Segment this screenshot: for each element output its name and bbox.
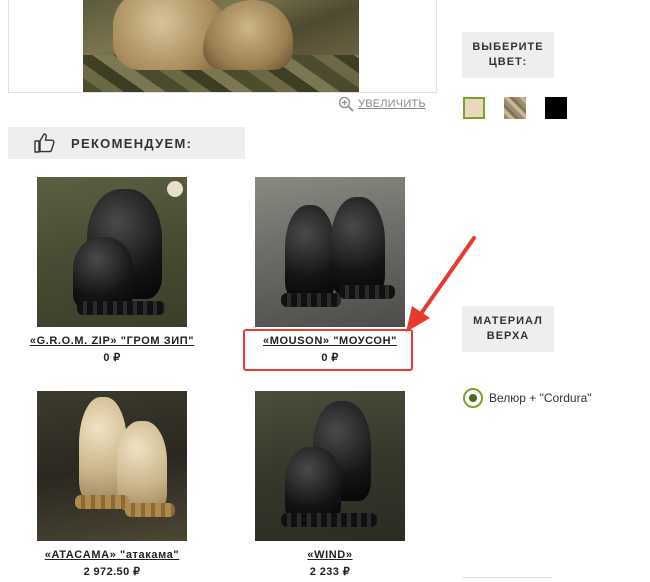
zoom-label[interactable]: УВЕЛИЧИТЬ [358,98,426,110]
product-photo[interactable] [255,391,405,541]
color-picker-title: ВЫБЕРИТЕ ЦВЕТ: [462,32,554,78]
product-price: 2 972.50 ₽ [83,566,141,578]
annotation-highlight-box [243,329,413,371]
color-swatch-beige[interactable] [463,97,485,119]
recommended-title: РЕКОМЕНДУЕМ: [71,135,193,151]
zoom-link[interactable]: УВЕЛИЧИТЬ [338,96,426,112]
recommended-header: РЕКОМЕНДУЕМ: [8,127,245,159]
thumbs-up-icon [34,133,55,153]
material-radio[interactable] [463,388,483,408]
zoom-in-icon [338,96,354,112]
main-product-photo[interactable] [83,0,359,92]
color-swatch-black[interactable] [545,97,567,119]
product-price: 2 233 ₽ [309,566,351,578]
product-photo[interactable] [37,391,187,541]
main-product-photo-frame [8,0,437,93]
material-title: МАТЕРИАЛ ВЕРХА [462,306,554,352]
product-name[interactable]: «WIND» [307,549,352,561]
product-card-atacama[interactable]: «ATACAMA» "атакама" 2 972.50 ₽ [4,391,220,578]
divider [462,577,552,578]
material-option[interactable]: Велюр + "Cordura" [463,388,592,408]
product-card-wind[interactable]: «WIND» 2 233 ₽ [222,391,438,578]
product-photo[interactable] [255,177,405,327]
product-price: 0 ₽ [103,352,121,364]
product-name[interactable]: «ATACAMA» "атакама" [45,549,179,561]
product-name[interactable]: «G.R.O.M. ZIP» "ГРОМ ЗИП" [30,335,194,347]
badge-icon [167,181,183,197]
color-swatch-camo[interactable] [504,97,526,119]
product-photo[interactable] [37,177,187,327]
product-card-grom[interactable]: «G.R.O.M. ZIP» "ГРОМ ЗИП" 0 ₽ [4,177,220,364]
material-option-label: Велюр + "Cordura" [489,391,592,405]
